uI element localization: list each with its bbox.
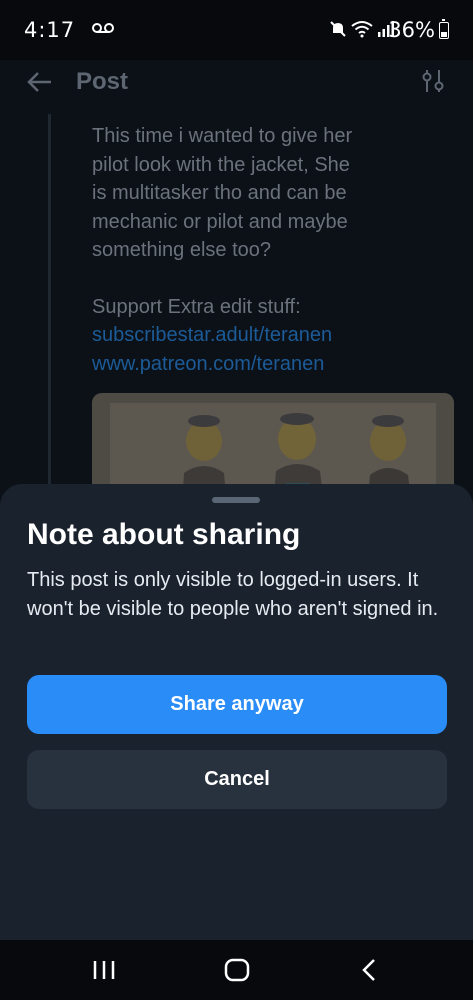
subscribestar-link[interactable]: subscribestar.adult/teranen [92, 321, 422, 350]
patreon-link[interactable]: www.patreon.com/teranen [92, 350, 422, 379]
post-text-line: pilot look with the jacket, She [92, 153, 350, 176]
share-anyway-button[interactable]: Share anyway [27, 675, 447, 734]
sharing-note-sheet: Note about sharing This post is only vis… [0, 484, 473, 940]
sliders-icon[interactable] [421, 68, 445, 94]
status-time: 4:17 [24, 18, 76, 42]
system-nav-bar [0, 940, 473, 1000]
page-title: Post [76, 68, 129, 95]
battery-icon [439, 19, 449, 39]
arrow-left-icon[interactable] [26, 68, 54, 96]
thread-line [48, 114, 51, 544]
sheet-title: Note about sharing [27, 518, 301, 551]
back-icon[interactable] [360, 958, 378, 982]
status-bar: 4:17 36% [0, 0, 473, 60]
top-app-bar: Post [0, 60, 473, 106]
cancel-button[interactable]: Cancel [27, 750, 447, 809]
battery-level [441, 31, 447, 37]
post-text-line: something else too? [92, 239, 272, 261]
post-text-line: mechanic or pilot and maybe [92, 210, 348, 233]
battery-percentage: 36% [388, 18, 435, 42]
post-text-line: This time i wanted to give her [92, 125, 353, 147]
post-body: This time i wanted to give her pilot loo… [92, 122, 422, 378]
recents-icon[interactable] [92, 960, 116, 980]
mute-icon [330, 21, 346, 37]
voicemail-icon [92, 23, 114, 33]
home-icon[interactable] [224, 958, 250, 982]
support-label: Support Extra edit stuff: [92, 295, 301, 318]
post-text-line: is multitasker tho and can be [92, 182, 347, 204]
drag-handle[interactable] [212, 497, 260, 503]
status-icons [329, 20, 395, 38]
sheet-message: This post is only visible to logged-in u… [27, 569, 439, 620]
wifi-icon [351, 21, 373, 38]
